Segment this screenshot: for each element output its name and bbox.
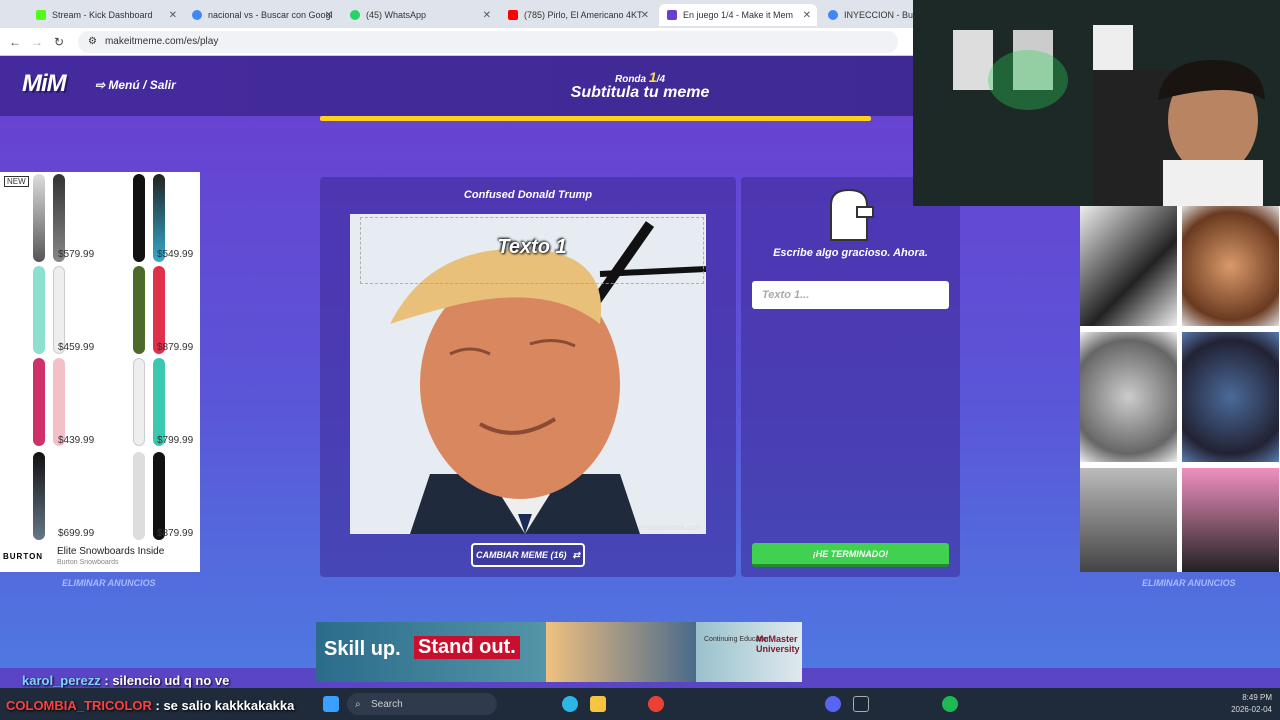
tab-google-inyeccion[interactable]: INYECCION - Buscar — [820, 4, 913, 26]
chat-message: COLOMBIA_TRICOLOR : se salio kakkkakakka — [6, 698, 295, 713]
snowboard-image — [153, 266, 165, 354]
snowboard-image — [133, 266, 145, 354]
spotify-icon[interactable] — [942, 696, 958, 712]
remove-ads-right[interactable]: ELIMINAR ANUNCIOS — [1142, 578, 1236, 588]
swap-icon: ⇄ — [572, 549, 581, 560]
close-icon[interactable]: ✕ — [803, 10, 811, 21]
snowboard-image — [53, 266, 65, 354]
file-explorer-icon[interactable] — [590, 696, 606, 712]
ski-image — [1080, 206, 1177, 326]
prompt-text: Escribe algo gracioso. Ahora. — [773, 247, 928, 259]
ad-subtitle: Burton Snowboards — [57, 559, 119, 566]
snowboard-image — [133, 358, 145, 446]
tab-youtube[interactable]: (785) Pirlo, El Americano 4KT ✕ — [500, 4, 655, 26]
reload-icon[interactable]: ↻ — [48, 35, 70, 49]
price: $879.99 — [157, 528, 194, 539]
google-icon — [192, 10, 202, 20]
ad-snowboards[interactable]: NEW $579.99 $549.99 $459.99 $879.99 $439… — [0, 172, 200, 572]
makeitmeme-icon — [667, 10, 677, 20]
banner-people-image — [546, 622, 696, 682]
snowboard-image — [33, 358, 45, 446]
meme-name: Confused Donald Trump — [463, 189, 593, 201]
discord-icon[interactable] — [825, 696, 841, 712]
google-icon — [828, 10, 838, 20]
close-icon[interactable]: ✕ — [483, 10, 491, 21]
tab-kick[interactable]: Stream - Kick Dashboard ✕ — [28, 4, 183, 26]
address-bar: ← → ↻ ⚙ makeitmeme.com/es/play — [0, 28, 913, 56]
watch-image — [1182, 206, 1279, 326]
forward-icon[interactable]: → — [26, 35, 48, 49]
streamer-camera-image — [913, 0, 1280, 206]
round-indicator: Ronda 1/4 — [614, 69, 666, 85]
watermark: makeitmeme.com — [638, 523, 702, 532]
game-header: MiM ⇨ Menú / Salir Ronda 1/4 Subtitula t… — [0, 56, 913, 116]
new-badge: NEW — [4, 176, 29, 187]
price: $579.99 — [58, 249, 95, 260]
caption-panel: Escribe algo gracioso. Ahora. ¡HE TERMIN… — [741, 177, 960, 577]
meme-card: Confused Donald Trump Texto 1 makeitmeme… — [320, 177, 736, 577]
kick-icon — [36, 10, 46, 20]
timer-bar — [320, 116, 871, 121]
price: $699.99 — [58, 528, 95, 539]
taskbar-search[interactable]: ⌕ Search — [347, 693, 497, 715]
meme-text-box-1[interactable]: Texto 1 — [360, 217, 704, 284]
edge-icon[interactable] — [562, 696, 578, 712]
sneaker-image — [1080, 468, 1177, 572]
ad-products[interactable] — [1080, 206, 1280, 572]
tab-whatsapp[interactable]: (45) WhatsApp ✕ — [342, 4, 497, 26]
system-clock[interactable]: 8:49 PM 2026-02-04 — [1231, 692, 1272, 716]
url-field[interactable]: ⚙ makeitmeme.com/es/play — [78, 30, 898, 53]
price: $879.99 — [157, 342, 194, 353]
close-icon[interactable]: ✕ — [169, 10, 177, 21]
banner-highlight: Stand out. — [414, 636, 520, 659]
steam-icon[interactable] — [853, 696, 869, 712]
price: $799.99 — [157, 435, 194, 446]
webcam-overlay — [913, 0, 1280, 206]
ad-title: Elite Snowboards Inside — [57, 546, 165, 557]
remove-ads-left[interactable]: ELIMINAR ANUNCIOS — [62, 578, 156, 588]
done-button[interactable]: ¡HE TERMINADO! — [752, 543, 949, 567]
chat-message: karol_perezz : silencio ud q no ve — [22, 673, 230, 688]
menu-exit-button[interactable]: ⇨ Menú / Salir — [95, 78, 176, 92]
chrome-icon[interactable] — [648, 696, 664, 712]
tab-makeitmeme[interactable]: En juego 1/4 - Make it Mem ✕ — [659, 4, 817, 26]
browser-tabbar: Stream - Kick Dashboard ✕ nacional vs - … — [0, 0, 913, 28]
banner-school: McMaster University — [756, 634, 800, 654]
site-info-icon[interactable]: ⚙ — [88, 36, 97, 47]
character-icon — [830, 188, 874, 241]
back-icon[interactable]: ← — [4, 35, 26, 49]
youtube-icon — [508, 10, 518, 20]
caption-input[interactable] — [752, 281, 949, 309]
close-icon[interactable]: ✕ — [325, 10, 333, 21]
snowboard-image — [33, 266, 45, 354]
price: $439.99 — [58, 435, 95, 446]
snowboard-image — [33, 174, 45, 262]
page-title: Subtitula tu meme — [570, 84, 710, 101]
watch-image — [1080, 332, 1177, 462]
price: $549.99 — [157, 249, 194, 260]
snowboard-image — [133, 452, 145, 540]
snowboard-image — [153, 452, 165, 540]
search-icon: ⌕ — [355, 698, 361, 710]
snowboard-image — [133, 174, 145, 262]
ad-brand: BURTON — [3, 552, 44, 561]
snowboard-image — [53, 358, 65, 446]
meme-image: Texto 1 makeitmeme.com — [350, 214, 706, 534]
whatsapp-icon — [350, 10, 360, 20]
tab-google-nacional[interactable]: nacional vs - Buscar con Googl ✕ — [184, 4, 339, 26]
banner-headline: Skill up. — [324, 638, 401, 660]
snowboard-image — [153, 358, 165, 446]
watch-image — [1182, 332, 1279, 462]
ad-banner-mcmaster[interactable]: Skill up. Stand out. Continuing Educatio… — [316, 622, 802, 682]
close-icon[interactable]: ✕ — [641, 10, 649, 21]
price: $459.99 — [58, 342, 95, 353]
jacket-image — [1182, 468, 1279, 572]
logo[interactable]: MiM — [22, 70, 67, 98]
windows-start-icon[interactable] — [323, 696, 339, 712]
snowboard-image — [33, 452, 45, 540]
change-meme-button[interactable]: CAMBIAR MEME (16) ⇄ — [471, 543, 585, 567]
